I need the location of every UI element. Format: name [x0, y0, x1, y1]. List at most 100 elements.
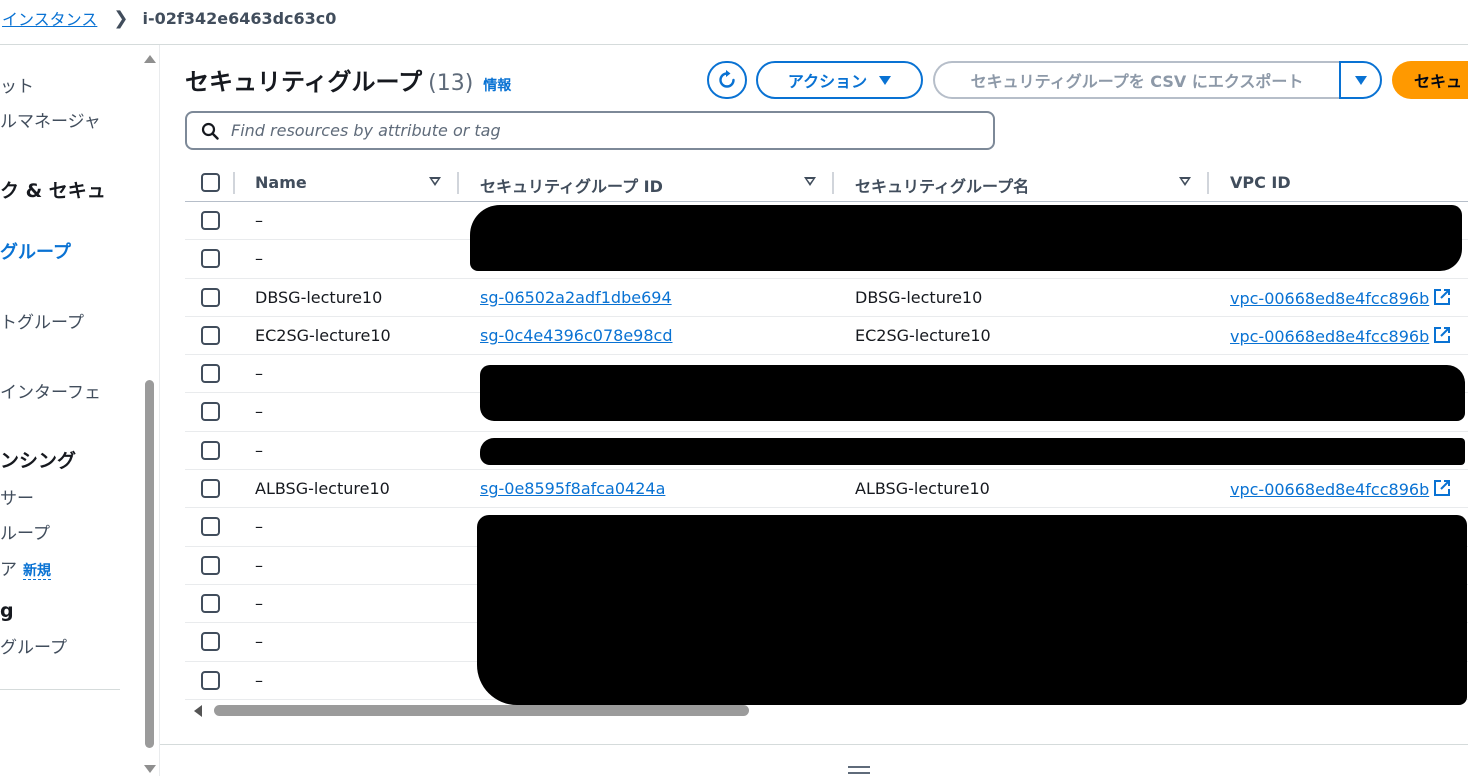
search-input[interactable]: Find resources by attribute or tag: [185, 111, 995, 150]
row-checkbox[interactable]: [201, 364, 220, 384]
vpc-id-link[interactable]: vpc-00668ed8e4fcc896b: [1230, 327, 1429, 346]
breadcrumb-instances-link[interactable]: インスタンス: [2, 6, 97, 30]
cell-name: –: [255, 593, 263, 613]
column-divider: [233, 172, 235, 194]
scrollbar-thumb[interactable]: [145, 380, 154, 748]
cell-sg-id-link[interactable]: sg-0c4e4396c078e98cd: [480, 326, 672, 345]
cell-sg-name: ALBSG-lecture10: [855, 479, 990, 499]
sidebar-item[interactable]: ット: [0, 72, 34, 97]
row-checkbox[interactable]: [201, 287, 220, 307]
cell-vpc-id[interactable]: vpc-00668ed8e4fcc896b: [1230, 479, 1451, 499]
refresh-button[interactable]: [707, 61, 747, 99]
row-checkbox[interactable]: [201, 402, 220, 422]
search-placeholder: Find resources by attribute or tag: [231, 121, 501, 140]
row-checkbox[interactable]: [201, 249, 220, 269]
vpc-id-link[interactable]: vpc-00668ed8e4fcc896b: [1230, 480, 1429, 499]
split-panel-divider: [160, 744, 1468, 745]
caret-down-icon: [1354, 75, 1367, 85]
chevron-right-icon: ❯: [113, 7, 129, 29]
sort-icon[interactable]: [429, 177, 441, 186]
sidebar: ット ルマネージャ ク & セキュ グループ トグループ インターフェ ンシング…: [0, 45, 160, 776]
cell-sg-id-link[interactable]: sg-06502a2adf1dbe694: [480, 288, 672, 307]
top-divider: [0, 44, 1468, 45]
row-checkbox[interactable]: [201, 632, 220, 652]
external-link-icon[interactable]: [1433, 326, 1451, 344]
column-divider[interactable]: [832, 172, 834, 194]
row-checkbox[interactable]: [201, 593, 220, 613]
table-header: Name セキュリティグループ ID セキュリティグループ名 VPC ID: [185, 164, 1468, 202]
drag-handle-icon[interactable]: [848, 766, 870, 774]
column-divider[interactable]: [457, 172, 459, 194]
row-checkbox[interactable]: [201, 479, 220, 499]
cell-name: –: [255, 517, 263, 537]
cell-vpc-id[interactable]: vpc-00668ed8e4fcc896b: [1230, 288, 1451, 308]
new-badge[interactable]: 新規: [23, 563, 51, 580]
breadcrumb-current: i-02f342e6463dc63c0: [142, 8, 337, 28]
table-row[interactable]: EC2SG-lecture10 sg-0c4e4396c078e98cd EC2…: [185, 317, 1468, 356]
cell-name: –: [255, 402, 263, 422]
scroll-up-arrow-icon[interactable]: [144, 55, 156, 63]
scroll-left-arrow-icon[interactable]: [194, 705, 202, 717]
export-csv-button[interactable]: セキュリティグループを CSV にエクスポート: [933, 61, 1339, 99]
row-checkbox[interactable]: [201, 440, 220, 460]
column-header-name[interactable]: Name: [255, 173, 307, 192]
redaction-block: [480, 365, 1465, 421]
sort-icon[interactable]: [804, 177, 816, 186]
sidebar-divider: [0, 689, 120, 690]
sidebar-section-heading[interactable]: ク & セキュ: [0, 176, 106, 203]
row-checkbox[interactable]: [201, 325, 220, 345]
refresh-icon: [719, 70, 735, 88]
sidebar-item-security-groups[interactable]: グループ: [0, 238, 71, 264]
cell-sg-id-link[interactable]: sg-0e8595f8afca0424a: [480, 479, 665, 498]
cell-name: –: [255, 670, 263, 690]
scrollbar-thumb[interactable]: [214, 705, 749, 716]
create-security-group-button[interactable]: セキュ: [1392, 61, 1468, 99]
info-link[interactable]: 情報: [483, 75, 511, 95]
row-checkbox[interactable]: [201, 670, 220, 690]
sidebar-section-heading[interactable]: ンシング: [0, 446, 76, 473]
table-row[interactable]: ALBSG-lecture10 sg-0e8595f8afca0424a ALB…: [185, 470, 1468, 509]
sidebar-item[interactable]: ルマネージャ: [0, 107, 101, 132]
sidebar-item[interactable]: インターフェ: [0, 378, 101, 403]
cell-name: ALBSG-lecture10: [255, 479, 390, 499]
actions-label: アクション: [787, 72, 868, 91]
sidebar-item[interactable]: ループ: [0, 519, 50, 544]
cell-vpc-id[interactable]: vpc-00668ed8e4fcc896b: [1230, 326, 1451, 346]
row-checkbox[interactable]: [201, 211, 220, 230]
table-row[interactable]: DBSG-lecture10 sg-06502a2adf1dbe694 DBSG…: [185, 279, 1468, 317]
breadcrumb: インスタンス ❯ i-02f342e6463dc63c0: [0, 0, 336, 36]
export-dropdown-button[interactable]: [1339, 61, 1382, 99]
sidebar-item[interactable]: サー: [0, 484, 34, 509]
cell-name: EC2SG-lecture10: [255, 325, 391, 345]
page-title: セキュリティグループ (13) 情報: [185, 62, 511, 97]
vpc-id-link[interactable]: vpc-00668ed8e4fcc896b: [1230, 289, 1429, 308]
redaction-block: [480, 438, 1465, 465]
cell-sg-name: EC2SG-lecture10: [855, 325, 991, 345]
column-header-sg-id[interactable]: セキュリティグループ ID: [480, 173, 663, 197]
caret-down-icon: [879, 75, 892, 85]
cell-name: –: [255, 440, 263, 460]
column-header-vpc-id[interactable]: VPC ID: [1230, 173, 1291, 192]
external-link-icon[interactable]: [1433, 479, 1451, 497]
cell-name: –: [255, 249, 263, 269]
cell-name: –: [255, 364, 263, 384]
scroll-down-arrow-icon[interactable]: [144, 765, 156, 773]
row-checkbox[interactable]: [201, 555, 220, 575]
sidebar-item[interactable]: トグループ: [0, 308, 84, 333]
cell-name: –: [255, 211, 263, 230]
external-link-icon[interactable]: [1433, 288, 1451, 306]
sidebar-item-with-badge[interactable]: ア新規: [0, 555, 51, 580]
row-checkbox[interactable]: [201, 517, 220, 537]
sidebar-item[interactable]: グループ: [0, 633, 67, 658]
sidebar-scrollbar[interactable]: [140, 45, 160, 776]
resource-count: (13): [428, 71, 474, 96]
page-title-text: セキュリティグループ: [185, 68, 423, 96]
column-header-sg-name[interactable]: セキュリティグループ名: [855, 173, 1029, 197]
actions-button[interactable]: アクション: [756, 61, 923, 99]
table-horizontal-scrollbar[interactable]: [190, 703, 1468, 719]
sort-icon[interactable]: [1179, 177, 1191, 186]
sidebar-section-heading[interactable]: g: [0, 600, 14, 622]
cell-sg-name: DBSG-lecture10: [855, 287, 983, 307]
column-divider[interactable]: [1207, 172, 1209, 194]
select-all-checkbox[interactable]: [201, 173, 220, 192]
